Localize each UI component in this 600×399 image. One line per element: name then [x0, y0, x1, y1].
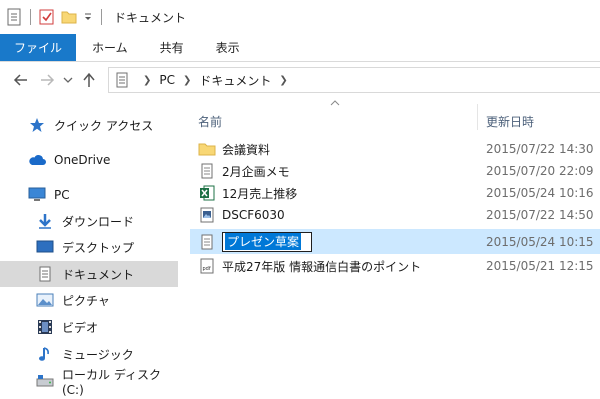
text-file-icon — [198, 233, 216, 251]
file-row-folder[interactable]: 会議資料 2015/07/22 14:30 — [190, 138, 600, 160]
nav-item-documents[interactable]: ドキュメント — [0, 261, 178, 287]
file-date: 2015/07/22 14:50 — [486, 208, 594, 222]
svg-text:pdf: pdf — [203, 266, 211, 272]
computer-icon — [28, 187, 46, 203]
music-icon — [36, 346, 54, 362]
nav-label: ミュージック — [62, 347, 134, 362]
dropdown-arrow-icon[interactable] — [83, 8, 93, 26]
nav-item-local-disk[interactable]: ローカル ディスク (C:) — [0, 367, 178, 397]
document-icon — [36, 266, 54, 282]
forward-arrow-icon[interactable] — [34, 67, 60, 93]
file-date: 2015/05/24 10:16 — [486, 186, 594, 200]
back-arrow-icon[interactable] — [8, 67, 34, 93]
column-header-name[interactable]: 名前 — [198, 110, 222, 132]
nav-label: ビデオ — [62, 320, 99, 335]
rename-selected-text[interactable]: プレゼン草案 — [225, 233, 302, 250]
file-list: 名前 更新日時 会議資料 2015/07/22 14:30 2月企画メモ 201… — [190, 98, 600, 399]
nav-label: ピクチャ — [62, 293, 110, 308]
download-icon — [36, 213, 54, 229]
nav-label: デスクトップ — [62, 240, 135, 255]
nav-label: ドキュメント — [62, 267, 135, 282]
file-name: 12月売上推移 — [222, 186, 298, 201]
nav-item-desktop[interactable]: デスクトップ — [0, 234, 178, 260]
breadcrumb-documents[interactable]: ドキュメント — [199, 72, 271, 89]
file-row-renaming[interactable]: プレゼン草案 2015/05/24 10:15 — [190, 229, 600, 254]
up-arrow-icon[interactable] — [76, 67, 102, 93]
text-file-icon — [198, 162, 216, 180]
chevron-right-icon: ❯ — [143, 74, 152, 86]
file-row[interactable]: 2月企画メモ 2015/07/20 22:09 — [190, 160, 600, 182]
breadcrumb-pc[interactable]: PC — [159, 73, 175, 87]
properties-icon[interactable] — [6, 8, 22, 26]
tab-share[interactable]: 共有 — [144, 34, 200, 61]
title-bar: ドキュメント — [0, 0, 600, 34]
nav-item-videos[interactable]: ビデオ — [0, 314, 178, 340]
file-row[interactable]: 12月売上推移 2015/05/24 10:16 — [190, 182, 600, 204]
file-date: 2015/05/24 10:15 — [486, 234, 594, 249]
image-file-icon — [198, 206, 216, 224]
address-row: ❯ PC ❯ ドキュメント ❯ — [0, 62, 600, 98]
desktop-icon — [36, 239, 54, 255]
navigation-pane: クイック アクセス OneDrive PC ダウンロード デスクトップ ドキュメ… — [0, 98, 178, 399]
nav-item-pc[interactable]: PC — [0, 182, 178, 208]
folder-icon — [198, 140, 216, 158]
nav-item-music[interactable]: ミュージック — [0, 341, 178, 367]
excel-icon — [198, 184, 216, 202]
window-title: ドキュメント — [114, 10, 187, 25]
nav-label: ローカル ディスク (C:) — [62, 367, 161, 397]
file-name: 平成27年版 情報通信白書のポイント — [222, 259, 422, 274]
nav-label: ダウンロード — [62, 214, 135, 229]
file-row[interactable]: pdf 平成27年版 情報通信白書のポイント 2015/05/21 12:15 — [190, 255, 600, 277]
rename-input[interactable]: プレゼン草案 — [222, 231, 312, 252]
nav-item-downloads[interactable]: ダウンロード — [0, 208, 178, 234]
nav-label: クイック アクセス — [54, 118, 154, 133]
recent-locations-chevron-icon[interactable] — [60, 67, 76, 93]
file-name: 会議資料 — [222, 142, 271, 157]
cloud-icon — [28, 152, 46, 168]
checklist-icon[interactable] — [39, 8, 55, 26]
file-name: 2月企画メモ — [222, 164, 290, 179]
picture-icon — [36, 292, 54, 308]
nav-label: PC — [54, 188, 70, 202]
drive-icon — [36, 373, 54, 389]
tab-file[interactable]: ファイル — [0, 34, 77, 61]
nav-item-onedrive[interactable]: OneDrive — [0, 147, 178, 173]
chevron-right-icon: ❯ — [279, 74, 288, 86]
video-icon — [36, 319, 54, 335]
sort-ascending-icon — [330, 98, 340, 109]
nav-item-pictures[interactable]: ピクチャ — [0, 287, 178, 313]
title-separator — [101, 9, 102, 25]
ribbon-tabs: ファイル ホーム 共有 表示 — [0, 34, 600, 62]
nav-item-quick-access[interactable]: クイック アクセス — [0, 112, 178, 138]
folder-icon[interactable] — [61, 8, 77, 26]
file-row[interactable]: DSCF6030 2015/07/22 14:50 — [190, 204, 600, 226]
document-location-icon — [115, 72, 129, 88]
address-bar[interactable]: ❯ PC ❯ ドキュメント ❯ — [108, 67, 600, 93]
file-date: 2015/07/20 22:09 — [486, 164, 594, 178]
tab-view[interactable]: 表示 — [200, 34, 256, 61]
nav-label: OneDrive — [54, 153, 111, 167]
file-date: 2015/05/21 12:15 — [486, 259, 594, 273]
column-divider[interactable] — [477, 104, 478, 130]
pdf-icon: pdf — [198, 257, 216, 275]
star-icon — [28, 117, 46, 133]
column-header-date[interactable]: 更新日時 — [486, 110, 534, 132]
file-date: 2015/07/22 14:30 — [486, 142, 594, 156]
file-name: DSCF6030 — [222, 208, 285, 222]
chevron-right-icon: ❯ — [183, 74, 192, 86]
quick-access-separator — [30, 9, 31, 25]
rename-field-wrapper: プレゼン草案 — [222, 231, 484, 252]
tab-home[interactable]: ホーム — [76, 34, 144, 61]
